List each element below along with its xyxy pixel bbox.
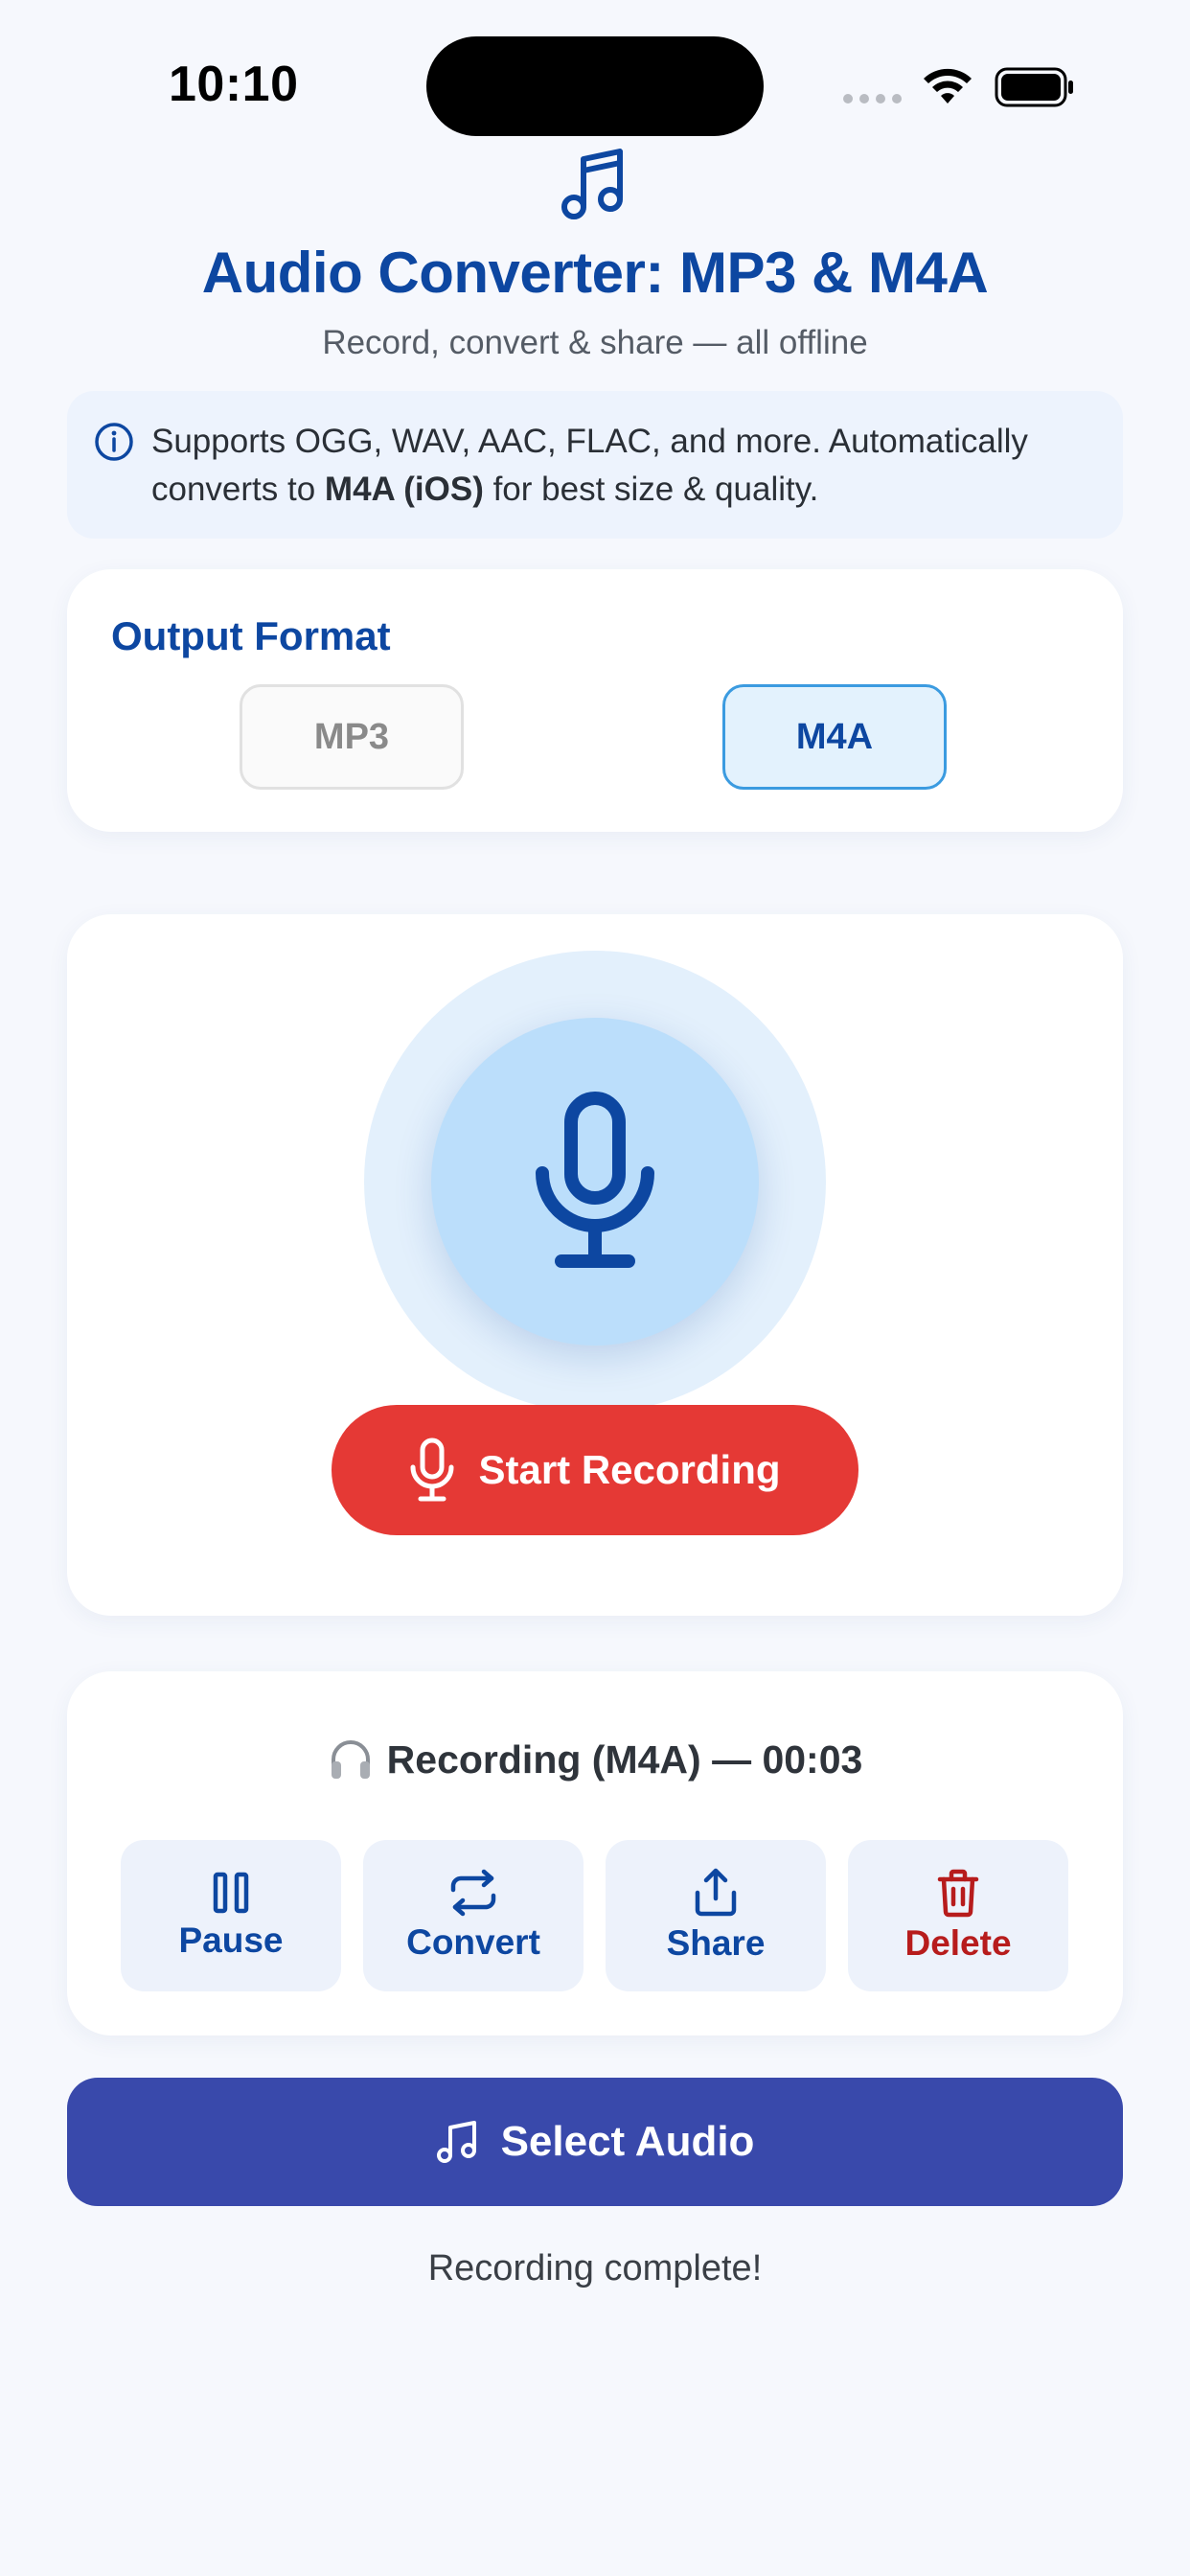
microphone-icon (410, 1438, 454, 1502)
battery-icon (995, 67, 1073, 107)
headphones-icon (331, 1740, 370, 1779)
format-m4a-button[interactable]: M4A (722, 684, 947, 790)
mic-button[interactable] (431, 1018, 759, 1346)
music-note-icon (436, 2121, 476, 2163)
info-icon (95, 423, 133, 461)
share-label: Share (666, 1923, 766, 1963)
microphone-icon (536, 1092, 654, 1268)
format-mp3-button[interactable]: MP3 (240, 684, 464, 790)
share-button[interactable]: Share (606, 1840, 826, 1991)
start-recording-button[interactable]: Start Recording (332, 1405, 858, 1535)
recording-status: Recording (M4A) — 00:03 (67, 1736, 1123, 1782)
recording-status-card: Recording (M4A) — 00:03 Pause Convert Sh… (67, 1671, 1123, 2036)
select-audio-button[interactable]: Select Audio (67, 2078, 1123, 2206)
output-format-label: Output Format (111, 613, 391, 658)
info-text-bold: M4A (iOS) (324, 471, 484, 508)
info-text: Supports OGG, WAV, AAC, FLAC, and more. … (151, 418, 1110, 514)
dynamic-island (426, 36, 764, 136)
delete-label: Delete (904, 1923, 1012, 1963)
page-subtitle: Record, convert & share — all offline (322, 324, 868, 361)
convert-label: Convert (406, 1922, 540, 1962)
pause-button[interactable]: Pause (121, 1840, 341, 1991)
status-message: Recording complete! (427, 2248, 763, 2288)
pause-icon (213, 1872, 249, 1914)
music-note-icon (561, 149, 623, 219)
convert-button[interactable]: Convert (363, 1840, 584, 1991)
trash-icon (937, 1869, 979, 1918)
convert-icon (450, 1869, 496, 1917)
recorder-card: Start Recording (67, 914, 1123, 1616)
output-format-card: Output Format MP3 M4A (67, 569, 1123, 832)
app-screen: 10:10 Audio Converter: MP3 & M4A Record,… (0, 0, 1190, 2576)
delete-button[interactable]: Delete (848, 1840, 1068, 1991)
signal-icon (843, 94, 902, 104)
status-time: 10:10 (169, 57, 299, 112)
pause-label: Pause (178, 1920, 284, 1960)
info-text-end: for best size & quality. (483, 471, 819, 508)
info-banner: Supports OGG, WAV, AAC, FLAC, and more. … (67, 391, 1123, 539)
start-recording-label: Start Recording (478, 1447, 781, 1492)
select-audio-label: Select Audio (500, 2118, 755, 2165)
recording-status-text: Recording (M4A) — 00:03 (386, 1736, 863, 1782)
share-icon (695, 1868, 737, 1917)
wifi-icon (924, 68, 972, 104)
page-title: Audio Converter: MP3 & M4A (201, 241, 989, 305)
